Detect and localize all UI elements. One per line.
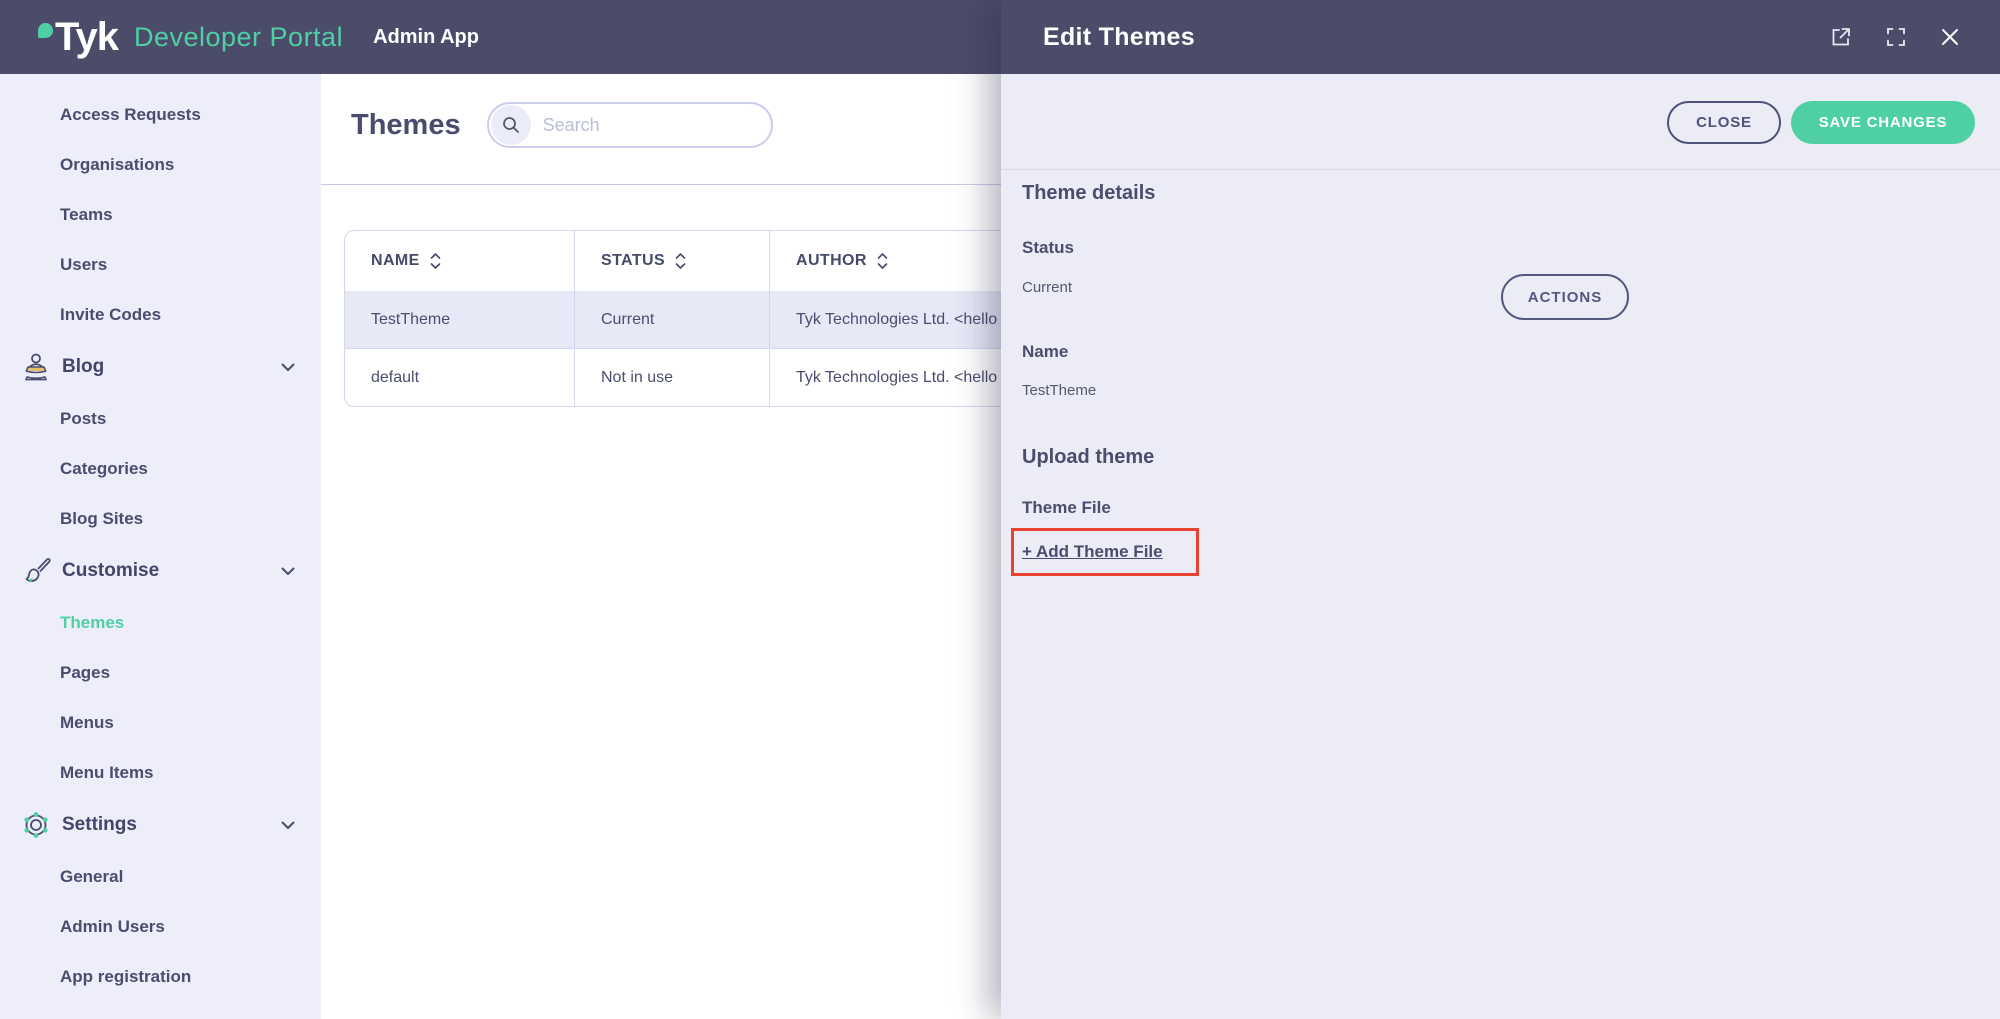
sidebar-item-categories[interactable]: Categories [0,444,321,494]
app-label: Admin App [373,26,479,49]
blogger-icon [20,351,52,383]
sidebar-item-app-registration[interactable]: App registration [0,952,321,1002]
drawer-body: Theme details Status Current ACTIONS Nam… [1001,170,2000,1019]
name-value: TestTheme [1022,382,1096,399]
page-title: Themes [351,109,461,142]
search-box[interactable] [487,102,773,148]
table-row-default[interactable]: default Not in use Tyk Technologies Ltd.… [345,348,1088,406]
sort-icon [430,253,441,269]
actions-button[interactable]: ACTIONS [1501,274,1629,320]
close-icon[interactable] [1940,27,1960,47]
paintbrush-icon [20,555,52,587]
sidebar-item-access-requests[interactable]: Access Requests [0,90,321,140]
chevron-down-icon [281,567,295,576]
close-button[interactable]: CLOSE [1667,101,1781,144]
cell-status: Current [575,291,770,348]
sidebar-item-menus[interactable]: Menus [0,698,321,748]
sidebar-item-themes[interactable]: Themes [0,598,321,648]
column-header-status[interactable]: STATUS [575,231,770,291]
gear-icon [20,809,52,841]
sidebar-item-menu-items[interactable]: Menu Items [0,748,321,798]
chevron-down-icon [281,363,295,372]
sidebar-item-blog-sites[interactable]: Blog Sites [0,494,321,544]
drawer-toolbar: CLOSE SAVE CHANGES [1001,74,2000,170]
sidebar-item-invite-codes[interactable]: Invite Codes [0,290,321,340]
sidebar-item-teams[interactable]: Teams [0,190,321,240]
cell-status: Not in use [575,349,770,406]
tyk-leaf-icon [38,23,53,38]
drawer-title: Edit Themes [1043,23,1195,52]
sidebar-item-users[interactable]: Users [0,240,321,290]
name-label: Name [1022,342,1068,362]
cell-name: default [345,349,575,406]
sidebar-section-blog[interactable]: Blog [0,340,321,394]
theme-details-heading: Theme details [1022,182,1155,205]
fullscreen-icon[interactable] [1886,27,1906,47]
sort-icon [675,253,686,269]
column-header-name[interactable]: NAME [345,231,575,291]
status-value: Current [1022,279,1072,296]
themes-table: NAME STATUS AUTHOR [344,230,1089,407]
sidebar-item-general[interactable]: General [0,852,321,902]
sidebar: Access Requests Organisations Teams User… [0,74,321,1019]
table-row-testtheme[interactable]: TestTheme Current Tyk Technologies Ltd. … [345,291,1088,348]
status-label: Status [1022,238,1074,258]
table-header-row: NAME STATUS AUTHOR [345,231,1088,291]
tyk-logo[interactable]: Tyk [38,17,118,57]
upload-theme-heading: Upload theme [1022,446,1154,469]
add-theme-file-link[interactable]: + Add Theme File [1022,542,1163,562]
logo-text: Tyk [55,17,118,57]
sidebar-section-customise[interactable]: Customise [0,544,321,598]
edit-themes-drawer: Edit Themes CLOSE SAVE CHANGES [1001,0,2000,1019]
sidebar-item-admin-users[interactable]: Admin Users [0,902,321,952]
theme-file-label: Theme File [1022,498,1111,518]
sidebar-item-posts[interactable]: Posts [0,394,321,444]
sort-icon [877,253,888,269]
sidebar-item-pages[interactable]: Pages [0,648,321,698]
sidebar-item-organisations[interactable]: Organisations [0,140,321,190]
sidebar-section-settings[interactable]: Settings [0,798,321,852]
chevron-down-icon [281,821,295,830]
brand-name: Developer Portal [134,22,343,53]
search-icon [491,105,531,145]
open-in-new-icon[interactable] [1830,26,1852,48]
cell-name: TestTheme [345,291,575,348]
save-changes-button[interactable]: SAVE CHANGES [1791,101,1975,144]
search-input[interactable] [543,115,743,136]
drawer-header: Edit Themes [1001,0,2000,74]
